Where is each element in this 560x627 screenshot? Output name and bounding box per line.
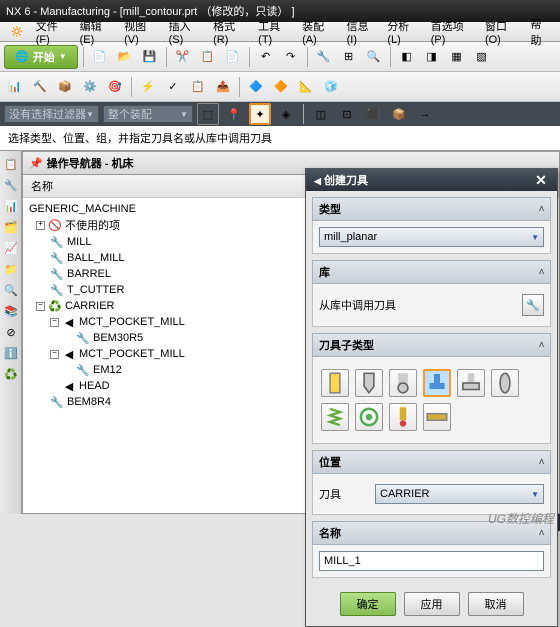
tool-icon-1[interactable]: 🔧 — [313, 46, 335, 68]
subtype-face[interactable] — [423, 369, 451, 397]
tool-icon-7[interactable]: ▧ — [471, 46, 493, 68]
tool-label: 刀具 — [319, 486, 369, 502]
nav-tab-11[interactable]: ♻️ — [2, 365, 20, 383]
tool-icon-3[interactable]: 🔍 — [363, 46, 385, 68]
menu-help[interactable]: 帮助 — [525, 14, 557, 50]
nav-tab-1[interactable]: 📋 — [2, 155, 20, 173]
tool-ex-1[interactable]: 🔷 — [245, 76, 267, 98]
menu-file[interactable]: 文件(F) — [30, 16, 74, 48]
menu-view[interactable]: 视图(V) — [118, 16, 163, 48]
tool-create-icon[interactable]: 🔨 — [29, 76, 51, 98]
subtype-probe[interactable] — [389, 403, 417, 431]
subtype-ball[interactable] — [389, 369, 417, 397]
copy-icon[interactable]: 📋 — [197, 46, 219, 68]
nav-tab-5[interactable]: 📈 — [2, 239, 20, 257]
subtype-carrier[interactable] — [423, 403, 451, 431]
filter-btn-active[interactable]: ✦ — [249, 103, 271, 125]
tool-icon-6[interactable]: ▦ — [446, 46, 468, 68]
menu-format[interactable]: 格式(R) — [207, 16, 252, 48]
nav-tab-4[interactable]: 🗂️ — [2, 218, 20, 236]
filter-btn-1[interactable]: ⬚ — [197, 103, 219, 125]
subtype-tslot[interactable] — [457, 369, 485, 397]
open-icon[interactable]: 📂 — [114, 46, 136, 68]
section-subtype[interactable]: 刀具子类型ᐱ — [312, 333, 551, 357]
dialog-title-bar[interactable]: ◀ 创建刀具 ✕ — [306, 169, 557, 191]
new-icon[interactable]: 📄 — [89, 46, 111, 68]
filter-btn-2[interactable]: 📍 — [223, 103, 245, 125]
section-library[interactable]: 库ᐱ — [312, 260, 551, 284]
method-icon[interactable]: ⚙️ — [79, 76, 101, 98]
nav-tab-2[interactable]: 🔧 — [2, 176, 20, 194]
menu-tools[interactable]: 工具(T) — [252, 16, 296, 48]
paste-icon[interactable]: 📄 — [222, 46, 244, 68]
start-button[interactable]: 🌐 开始 ▼ — [4, 45, 78, 69]
subtype-thread[interactable] — [321, 403, 349, 431]
prog-icon[interactable]: 📊 — [4, 76, 26, 98]
lib-label: 从库中调用刀具 — [319, 297, 396, 313]
close-icon[interactable]: ✕ — [533, 172, 549, 188]
tool-parent-combo[interactable]: CARRIER▼ — [375, 484, 544, 504]
hint-bar: 选择类型、位置、组，并指定刀具名或从库中调用刀具 — [0, 126, 560, 151]
list-icon[interactable]: 📋 — [187, 76, 209, 98]
subtype-chamfer[interactable] — [355, 369, 383, 397]
nav-tab-6[interactable]: 📁 — [2, 260, 20, 278]
subtype-grid — [319, 363, 544, 437]
filter-bar: 没有选择过滤器▼ 整个装配▼ ⬚ 📍 ✦ ◈ ◫ ⊡ ⬛ 📦 → — [0, 102, 560, 126]
section-type[interactable]: 类型ᐱ — [312, 197, 551, 221]
save-icon[interactable]: 💾 — [139, 46, 161, 68]
filter-btn-3[interactable]: ◈ — [275, 103, 297, 125]
menu-preferences[interactable]: 首选项(P) — [425, 16, 479, 48]
ok-button[interactable]: 确定 — [340, 592, 396, 616]
tool-icon-5[interactable]: ◨ — [421, 46, 443, 68]
type-combo[interactable]: mill_planar▼ — [319, 227, 544, 247]
resource-bar: 📋 🔧 📊 🗂️ 📈 📁 🔍 📚 ⊘ ℹ️ ♻️ — [0, 151, 22, 514]
selection-filter-combo[interactable]: 没有选择过滤器▼ — [4, 105, 99, 123]
create-tool-dialog: ◀ 创建刀具 ✕ 类型ᐱ mill_planar▼ 库ᐱ 从库中调用刀具 🔧 刀… — [305, 168, 558, 627]
section-position[interactable]: 位置ᐱ — [312, 450, 551, 474]
menu-window[interactable]: 窗口(O) — [479, 16, 525, 48]
tool-icon-4[interactable]: ◧ — [396, 46, 418, 68]
nav-tab-9[interactable]: ⊘ — [2, 323, 20, 341]
cancel-button[interactable]: 取消 — [468, 592, 524, 616]
tool-ex-4[interactable]: 🧊 — [320, 76, 342, 98]
apply-button[interactable]: 应用 — [404, 592, 460, 616]
watermark: UG数控编程 — [488, 510, 554, 527]
tool-ex-3[interactable]: 📐 — [295, 76, 317, 98]
op-icon[interactable]: 🎯 — [104, 76, 126, 98]
filter-btn-8[interactable]: → — [414, 103, 436, 125]
tool-icon-2[interactable]: ⊞ — [338, 46, 360, 68]
post-icon[interactable]: 📤 — [212, 76, 234, 98]
cut-icon[interactable]: ✂️ — [172, 46, 194, 68]
nav-tab-10[interactable]: ℹ️ — [2, 344, 20, 362]
toolbar-2: 📊 🔨 📦 ⚙️ 🎯 ⚡ ✓ 📋 📤 🔷 🔶 📐 🧊 — [0, 72, 560, 102]
subtype-barrel[interactable] — [491, 369, 519, 397]
menu-indicator: 🔅 — [4, 23, 30, 40]
undo-icon[interactable]: ↶ — [255, 46, 277, 68]
geom-icon[interactable]: 📦 — [54, 76, 76, 98]
dialog-title: 创建刀具 — [324, 175, 368, 187]
menu-assembly[interactable]: 装配(A) — [296, 16, 341, 48]
nav-tab-7[interactable]: 🔍 — [2, 281, 20, 299]
gen-icon[interactable]: ⚡ — [137, 76, 159, 98]
menu-bar: 🔅 文件(F) 编辑(E) 视图(V) 插入(S) 格式(R) 工具(T) 装配… — [0, 22, 560, 42]
filter-btn-7[interactable]: 📦 — [388, 103, 410, 125]
subtype-mill[interactable] — [321, 369, 349, 397]
verify-icon[interactable]: ✓ — [162, 76, 184, 98]
filter-btn-5[interactable]: ⊡ — [336, 103, 358, 125]
scope-filter-combo[interactable]: 整个装配▼ — [103, 105, 193, 123]
name-input[interactable] — [319, 551, 544, 571]
filter-btn-4[interactable]: ◫ — [310, 103, 332, 125]
nav-tab-8[interactable]: 📚 — [2, 302, 20, 320]
menu-analysis[interactable]: 分析(L) — [381, 16, 424, 48]
lib-browse-button[interactable]: 🔧 — [522, 294, 544, 316]
filter-btn-6[interactable]: ⬛ — [362, 103, 384, 125]
subtype-form[interactable] — [355, 403, 383, 431]
tool-ex-2[interactable]: 🔶 — [270, 76, 292, 98]
menu-insert[interactable]: 插入(S) — [163, 16, 208, 48]
redo-icon[interactable]: ↷ — [280, 46, 302, 68]
nav-tab-3[interactable]: 📊 — [2, 197, 20, 215]
menu-edit[interactable]: 编辑(E) — [74, 16, 119, 48]
menu-info[interactable]: 信息(I) — [341, 16, 382, 48]
